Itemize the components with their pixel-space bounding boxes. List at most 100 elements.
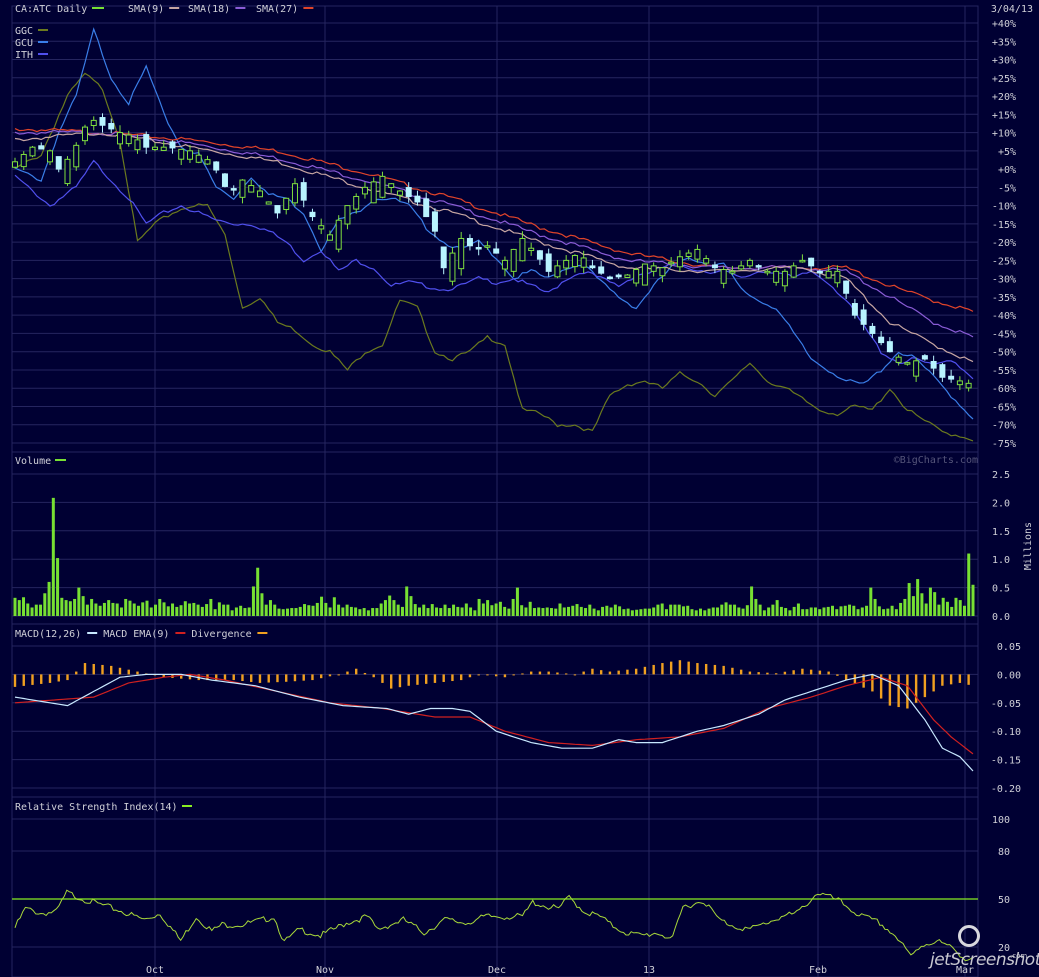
chart-date: 3/04/13 (991, 4, 1033, 15)
candle-body (20, 153, 27, 168)
divergence-bar (591, 668, 594, 675)
divergence-bar (547, 671, 550, 675)
volume-bar (941, 597, 945, 616)
divergence-bar (731, 667, 734, 675)
volume-bar (26, 603, 30, 616)
volume-bar (90, 598, 94, 616)
volume-bar (681, 606, 685, 616)
volume-bar (967, 553, 971, 616)
volume-bar (294, 608, 298, 616)
divergence-bar (477, 674, 480, 676)
macd-y-tick-label: -0.20 (991, 784, 1021, 795)
candle-body (825, 270, 832, 279)
divergence-bar (372, 674, 375, 678)
divergence-bar (608, 671, 612, 675)
volume-bar (490, 605, 494, 616)
divergence-bar (57, 674, 60, 682)
volume-bar (924, 603, 928, 616)
candle-body (641, 263, 648, 286)
volume-bar (920, 593, 924, 616)
divergence-bar (320, 674, 323, 679)
rsi-title: Relative Strength Index(14) (15, 802, 178, 813)
volume-bar (792, 606, 796, 616)
price-y-tick-label: -35% (992, 293, 1016, 304)
candle-body (151, 146, 158, 151)
volume-bar (549, 608, 553, 616)
volume-bar (579, 606, 583, 616)
volume-bar (154, 604, 158, 616)
volume-bar (273, 604, 277, 616)
volume-bar (826, 606, 830, 616)
volume-bar (962, 605, 966, 616)
volume-bar (192, 602, 196, 616)
candle-body (283, 197, 290, 211)
candle-body (554, 265, 561, 278)
compare-legend-label: ITH (15, 50, 33, 61)
volume-bar (60, 597, 64, 616)
volume-bar (243, 608, 247, 616)
volume-bar (690, 609, 694, 616)
divergence-bar (110, 665, 113, 675)
volume-bar (575, 604, 579, 616)
volume-bar (196, 604, 200, 616)
volume-bar (13, 597, 17, 616)
divergence-bar (92, 663, 95, 675)
macd-y-tick-label: -0.10 (991, 727, 1021, 738)
candle-body (213, 161, 220, 171)
volume-bar (183, 601, 187, 616)
volume-bar (51, 497, 55, 616)
volume-bar (775, 600, 779, 616)
volume-bar (933, 592, 937, 616)
volume-bar (171, 603, 175, 616)
candle-body (501, 259, 508, 270)
candle-body (606, 276, 613, 280)
candle-body (221, 173, 228, 187)
volume-bar (745, 605, 749, 616)
volume-bar (873, 598, 877, 616)
volume-bar (341, 607, 345, 616)
volume-bar (464, 603, 468, 616)
volume-bar (158, 598, 162, 616)
volume-bar (779, 606, 783, 616)
divergence-bar (459, 674, 463, 681)
candle-body (300, 182, 307, 201)
volume-bar (320, 596, 324, 616)
divergence-bar (407, 674, 410, 686)
divergence-bar (424, 674, 428, 684)
volume-bar (77, 587, 81, 616)
candle-body (694, 248, 701, 260)
divergence-bar (118, 667, 122, 675)
candle-body (528, 247, 535, 252)
volume-bar (264, 604, 268, 616)
divergence-bar (451, 674, 454, 682)
volume-bar (673, 604, 677, 616)
divergence-bar (599, 670, 603, 675)
divergence-bar (739, 669, 743, 675)
volume-bar (136, 605, 140, 616)
sma-legend-label: SMA(27) (256, 4, 298, 15)
divergence-bar (75, 671, 78, 675)
candle-body (449, 252, 456, 282)
volume-bar (592, 608, 596, 616)
sma-legend-label: SMA(18) (188, 4, 230, 15)
volume-bar (609, 607, 613, 616)
price-y-tick-label: -55% (992, 366, 1016, 377)
volume-bar (596, 610, 600, 616)
rsi-y-tick-label: 80 (998, 847, 1010, 858)
volume-bar (954, 597, 958, 616)
volume-bar (409, 596, 413, 616)
divergence-bar (564, 673, 568, 675)
divergence-bar (687, 661, 690, 675)
volume-bar (396, 604, 400, 616)
divergence-bar (757, 672, 760, 675)
divergence-bar (285, 674, 288, 682)
divergence-bar (355, 668, 358, 675)
candle-body (440, 246, 447, 269)
candle-body (291, 183, 298, 204)
price-y-tick-label: +30% (992, 56, 1016, 67)
divergence-bar (634, 668, 638, 675)
volume-bar (601, 606, 605, 616)
bigcharts-watermark: ©BigCharts.com (894, 455, 978, 466)
divergence-bar (363, 672, 367, 675)
volume-bar (332, 597, 336, 616)
